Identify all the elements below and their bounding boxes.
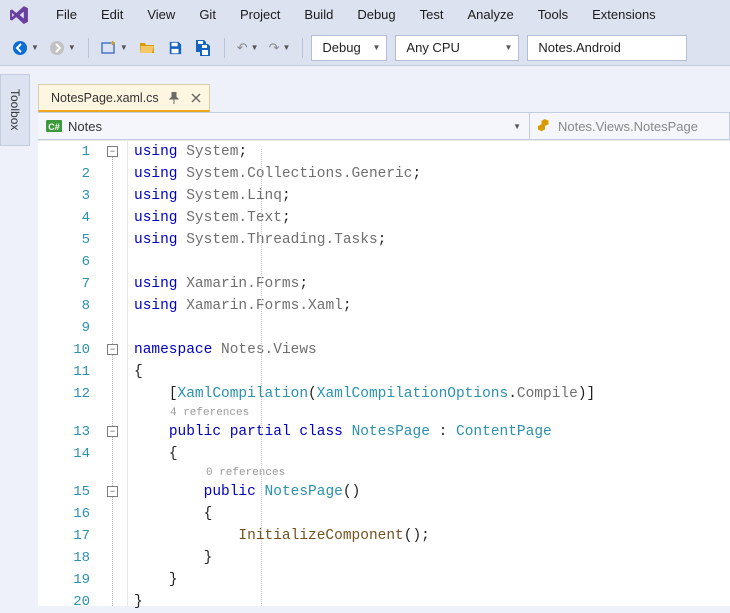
document-tab-strip: NotesPage.xaml.cs — [38, 84, 210, 112]
startup-project-label: Notes.Android — [538, 40, 620, 55]
code-line[interactable]: using System.Threading.Tasks; — [134, 229, 730, 251]
menu-test[interactable]: Test — [408, 0, 456, 30]
nav-forward-button[interactable]: ▼ — [45, 35, 80, 61]
csharp-project-icon: C# — [46, 118, 62, 134]
startup-project-combo[interactable]: Notes.Android — [527, 35, 687, 61]
menu-debug[interactable]: Debug — [345, 0, 407, 30]
code-line[interactable]: using System.Collections.Generic; — [134, 163, 730, 185]
menu-project[interactable]: Project — [228, 0, 292, 30]
chevron-down-icon: ▼ — [513, 122, 521, 131]
menu-view[interactable]: View — [135, 0, 187, 30]
menu-extensions[interactable]: Extensions — [580, 0, 668, 30]
code-body[interactable]: using System;using System.Collections.Ge… — [128, 141, 730, 606]
menu-analyze[interactable]: Analyze — [455, 0, 525, 30]
code-editor[interactable]: 💡 1234567891011121314151617181920 − − − … — [38, 140, 730, 606]
code-line[interactable]: using Xamarin.Forms; — [134, 273, 730, 295]
code-line[interactable] — [134, 317, 730, 339]
code-line[interactable]: { — [134, 443, 730, 465]
menu-tools[interactable]: Tools — [526, 0, 580, 30]
close-icon[interactable] — [191, 93, 201, 103]
menu-git[interactable]: Git — [187, 0, 228, 30]
project-scope-label: Notes — [68, 119, 102, 134]
fold-toggle-icon[interactable]: − — [107, 344, 118, 355]
code-nav-bar: C# Notes ▼ Notes.Views.NotesPage — [38, 112, 730, 140]
code-line[interactable]: } — [134, 547, 730, 569]
toolbar-separator — [224, 38, 225, 58]
code-line[interactable]: using System; — [134, 141, 730, 163]
toolbar-separator — [88, 38, 89, 58]
line-number-gutter: 1234567891011121314151617181920 — [38, 141, 100, 606]
fold-gutter[interactable]: − − − − — [100, 141, 128, 606]
codelens-references[interactable]: 4 references — [134, 405, 730, 421]
fold-toggle-icon[interactable]: − — [107, 426, 118, 437]
fold-toggle-icon[interactable]: − — [107, 146, 118, 157]
toolbox-label: Toolbox — [8, 89, 22, 130]
platform-label: Any CPU — [406, 40, 459, 55]
configuration-combo[interactable]: Debug▼ — [311, 35, 387, 61]
code-line[interactable]: { — [134, 503, 730, 525]
new-project-button[interactable]: ▼ — [97, 35, 132, 61]
toolbox-tab[interactable]: Toolbox — [0, 74, 30, 146]
indent-guide — [261, 149, 262, 606]
undo-button[interactable]: ↶▼ — [233, 35, 263, 61]
codelens-references[interactable]: 0 references — [134, 465, 730, 481]
code-line[interactable]: using System.Text; — [134, 207, 730, 229]
pin-icon[interactable] — [169, 92, 179, 104]
code-line[interactable]: } — [134, 591, 730, 613]
code-line[interactable]: using System.Linq; — [134, 185, 730, 207]
code-line[interactable]: namespace Notes.Views — [134, 339, 730, 361]
document-tab-label: NotesPage.xaml.cs — [51, 91, 159, 105]
open-file-button[interactable] — [134, 35, 160, 61]
save-button[interactable] — [162, 35, 188, 61]
redo-button[interactable]: ↷▼ — [265, 35, 295, 61]
platform-combo[interactable]: Any CPU▼ — [395, 35, 519, 61]
main-toolbar: ▼ ▼ ▼ ↶▼ ↷▼ Debug▼ Any CPU▼ Notes.Androi… — [0, 30, 730, 66]
vs-logo-icon — [8, 4, 30, 26]
code-line[interactable]: InitializeComponent(); — [134, 525, 730, 547]
code-line[interactable]: [XamlCompilation(XamlCompilationOptions.… — [134, 383, 730, 405]
type-scope-label: Notes.Views.NotesPage — [558, 119, 698, 134]
menu-edit[interactable]: Edit — [89, 0, 135, 30]
main-menu-bar: File Edit View Git Project Build Debug T… — [0, 0, 730, 30]
code-line[interactable]: public partial class NotesPage : Content… — [134, 421, 730, 443]
type-scope-combo[interactable]: Notes.Views.NotesPage — [530, 113, 730, 139]
save-all-button[interactable] — [190, 35, 216, 61]
project-scope-combo[interactable]: C# Notes ▼ — [38, 113, 530, 139]
menu-file[interactable]: File — [44, 0, 89, 30]
document-tab-active[interactable]: NotesPage.xaml.cs — [38, 84, 210, 112]
code-line[interactable]: { — [134, 361, 730, 383]
class-icon — [538, 119, 552, 133]
code-line[interactable]: public NotesPage() — [134, 481, 730, 503]
configuration-label: Debug — [322, 40, 360, 55]
code-line[interactable]: using Xamarin.Forms.Xaml; — [134, 295, 730, 317]
svg-text:C#: C# — [48, 122, 60, 132]
fold-toggle-icon[interactable]: − — [107, 486, 118, 497]
toolbar-separator — [302, 38, 303, 58]
fold-guide — [112, 149, 113, 606]
nav-back-button[interactable]: ▼ — [8, 35, 43, 61]
code-line[interactable] — [134, 251, 730, 273]
code-line[interactable]: } — [134, 569, 730, 591]
menu-build[interactable]: Build — [292, 0, 345, 30]
